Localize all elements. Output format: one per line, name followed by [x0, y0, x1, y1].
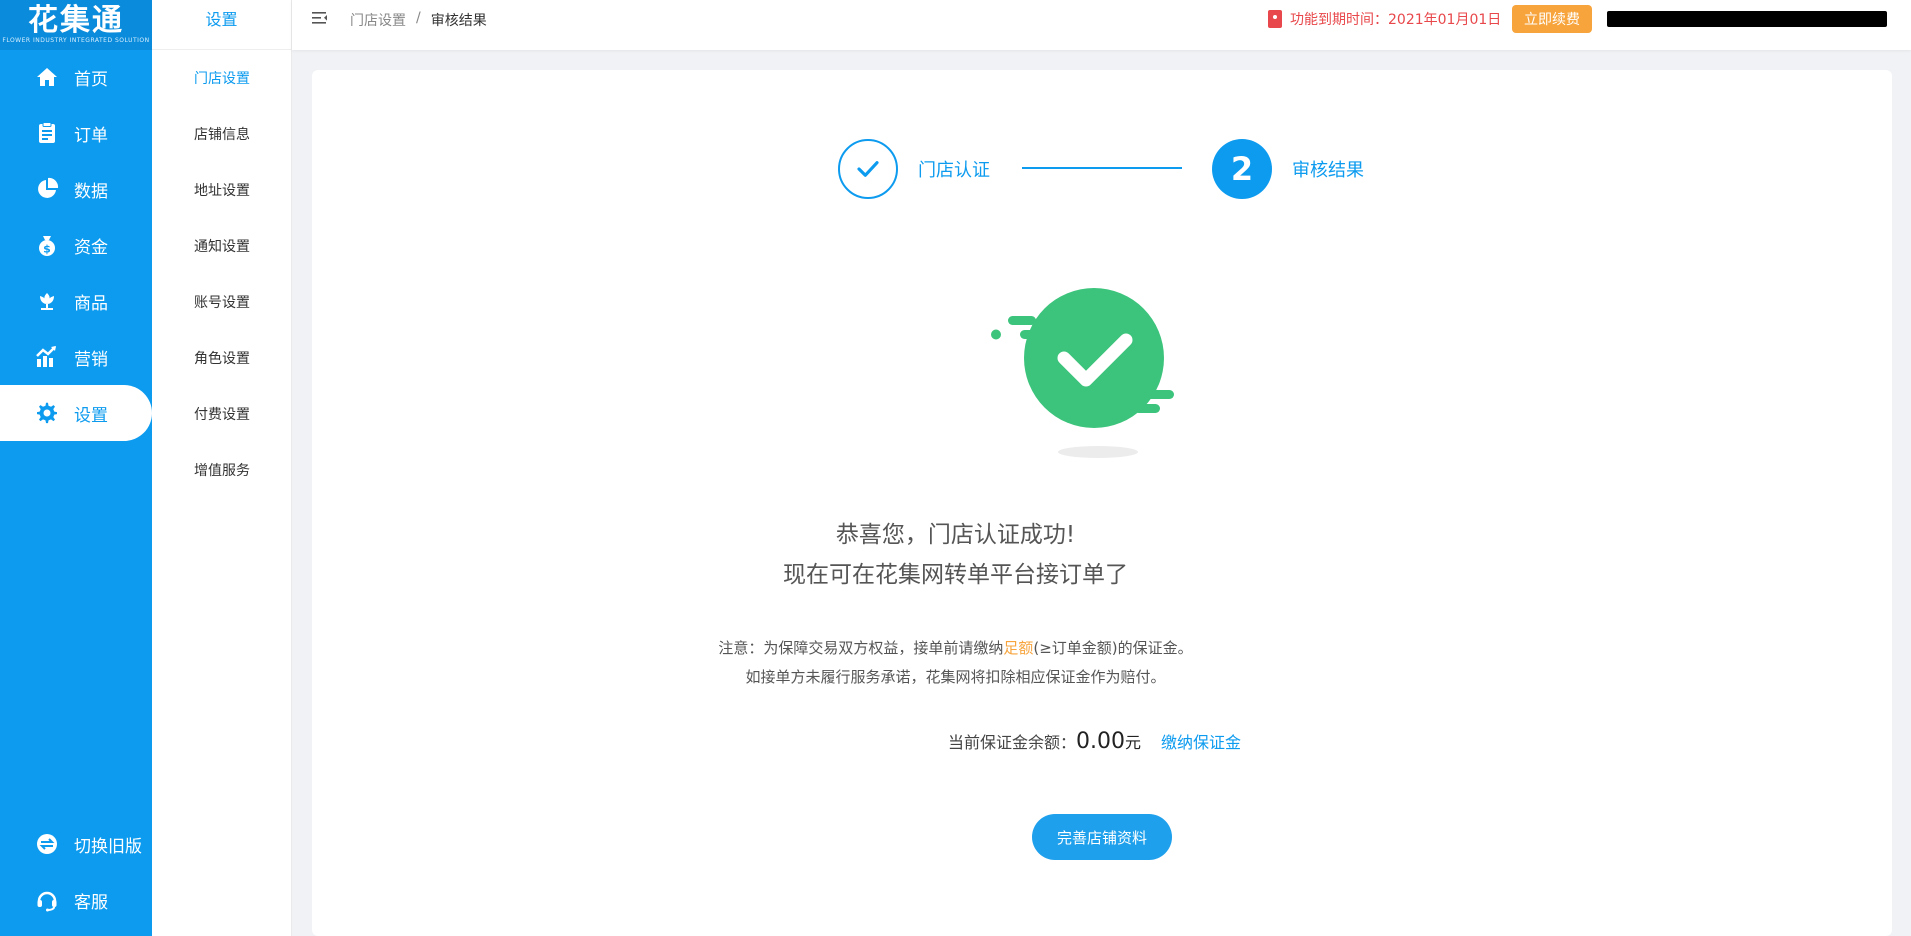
brand-logo[interactable]: 花集通 FLOWER INDUSTRY INTEGRATED SOLUTION: [0, 0, 152, 50]
breadcrumb: 门店设置 / 审核结果: [350, 10, 487, 30]
subnav-item-value-added-services[interactable]: 增值服务: [152, 451, 292, 491]
nav-label: 数据: [74, 181, 108, 202]
subnav-item-account-settings[interactable]: 账号设置: [152, 283, 292, 323]
nav-item-funds[interactable]: $ 资金: [0, 217, 152, 273]
note-suffix: (≥订单金额)的保证金。: [1033, 639, 1193, 657]
top-header: 门店设置 / 审核结果 功能到期时间：2021年01月01日 立即续费: [292, 0, 1911, 50]
logo-subtitle: FLOWER INDUSTRY INTEGRATED SOLUTION: [2, 37, 150, 44]
calendar-pin-icon: [1268, 10, 1282, 28]
gear-icon: [34, 400, 60, 426]
flower-icon: [34, 288, 60, 314]
success-title: 恭喜您，门店认证成功!: [835, 522, 1076, 548]
breadcrumb-item-store-settings[interactable]: 门店设置: [350, 10, 406, 30]
step1-label: 门店认证: [918, 160, 990, 181]
balance-unit: 元: [1125, 733, 1142, 752]
home-icon: [34, 64, 60, 90]
nav-item-orders[interactable]: 订单: [0, 105, 152, 161]
nav-item-marketing[interactable]: 营销: [0, 329, 152, 385]
trend-chart-icon: [34, 344, 60, 370]
subnav-item-notification-settings[interactable]: 通知设置: [152, 227, 292, 267]
balance-amount: 0.00: [1076, 729, 1125, 754]
svg-text:$: $: [43, 243, 51, 256]
expire-notice: 功能到期时间：2021年01月01日: [1268, 9, 1501, 29]
subnav-title: 设置: [152, 0, 291, 50]
step2-number-circle: 2: [1212, 139, 1272, 199]
renew-button[interactable]: 立即续费: [1512, 5, 1592, 33]
success-check-illustration: [991, 288, 1174, 458]
subnav-item-store-settings[interactable]: 门店设置: [152, 59, 292, 99]
headset-icon: [34, 887, 60, 913]
subnav-item-address-settings[interactable]: 地址设置: [152, 171, 292, 211]
nav-label: 客服: [74, 892, 108, 913]
breadcrumb-item-current: 审核结果: [430, 13, 487, 29]
menu-toggle-icon[interactable]: [310, 9, 330, 29]
nav-label: 切换旧版: [74, 836, 142, 857]
subnav-item-role-settings[interactable]: 角色设置: [152, 339, 292, 379]
complete-shop-profile-button[interactable]: 完善店铺资料: [1032, 814, 1172, 860]
nav-label: 首页: [74, 69, 108, 90]
nav-item-customer-service[interactable]: 客服: [0, 872, 152, 928]
nav-label: 订单: [74, 125, 108, 146]
nav-item-home[interactable]: 首页: [0, 49, 152, 105]
deposit-note-line1: 注意：为保障交易双方权益，接单前请缴纳足额(≥订单金额)的保证金。: [0, 637, 1911, 658]
nav-item-settings[interactable]: 设置: [0, 385, 152, 441]
money-bag-icon: $: [34, 232, 60, 258]
pay-deposit-link[interactable]: 缴纳保证金: [1161, 729, 1241, 753]
subnav-item-payment-settings[interactable]: 付费设置: [152, 395, 292, 435]
settings-subnav: 设置 门店设置 店铺信息 地址设置 通知设置 账号设置 角色设置 付费设置 增值…: [152, 0, 292, 936]
logo-text: 花集通: [28, 3, 124, 38]
step2-label: 审核结果: [1292, 160, 1364, 181]
success-subtitle: 现在可在花集网转单平台接订单了: [783, 562, 1128, 588]
nav-label: 资金: [74, 237, 108, 258]
main-sidebar: 花集通 FLOWER INDUSTRY INTEGRATED SOLUTION …: [0, 0, 152, 936]
breadcrumb-separator: /: [416, 10, 421, 26]
order-icon: [34, 120, 60, 146]
check-icon: [857, 161, 879, 177]
nav-item-products[interactable]: 商品: [0, 273, 152, 329]
deposit-note-line2: 如接单方未履行服务承诺，花集网将扣除相应保证金作为赔付。: [745, 668, 1166, 686]
step1-check-circle: [838, 139, 898, 199]
subnav-item-shop-info[interactable]: 店铺信息: [152, 115, 292, 155]
nav-label: 设置: [74, 405, 108, 426]
account-name-redacted[interactable]: [1607, 11, 1887, 27]
balance-label: 当前保证金余额：: [948, 733, 1077, 752]
nav-label: 商品: [74, 293, 108, 314]
deposit-balance-row: 当前保证金余额： 0.00 元 缴纳保证金: [948, 729, 1241, 754]
note-highlight: 足额: [1003, 639, 1034, 657]
nav-item-switch-old-version[interactable]: 切换旧版: [0, 816, 152, 872]
expire-text: 功能到期时间：2021年01月01日: [1290, 12, 1502, 28]
nav-label: 营销: [74, 349, 108, 370]
step-connector-line: [1022, 167, 1182, 169]
nav-item-data[interactable]: 数据: [0, 161, 152, 217]
switch-icon: [34, 831, 60, 857]
main-content-card: [312, 70, 1892, 936]
note-prefix: 注意：为保障交易双方权益，接单前请缴纳: [718, 639, 1004, 657]
pie-chart-icon: [34, 176, 60, 202]
